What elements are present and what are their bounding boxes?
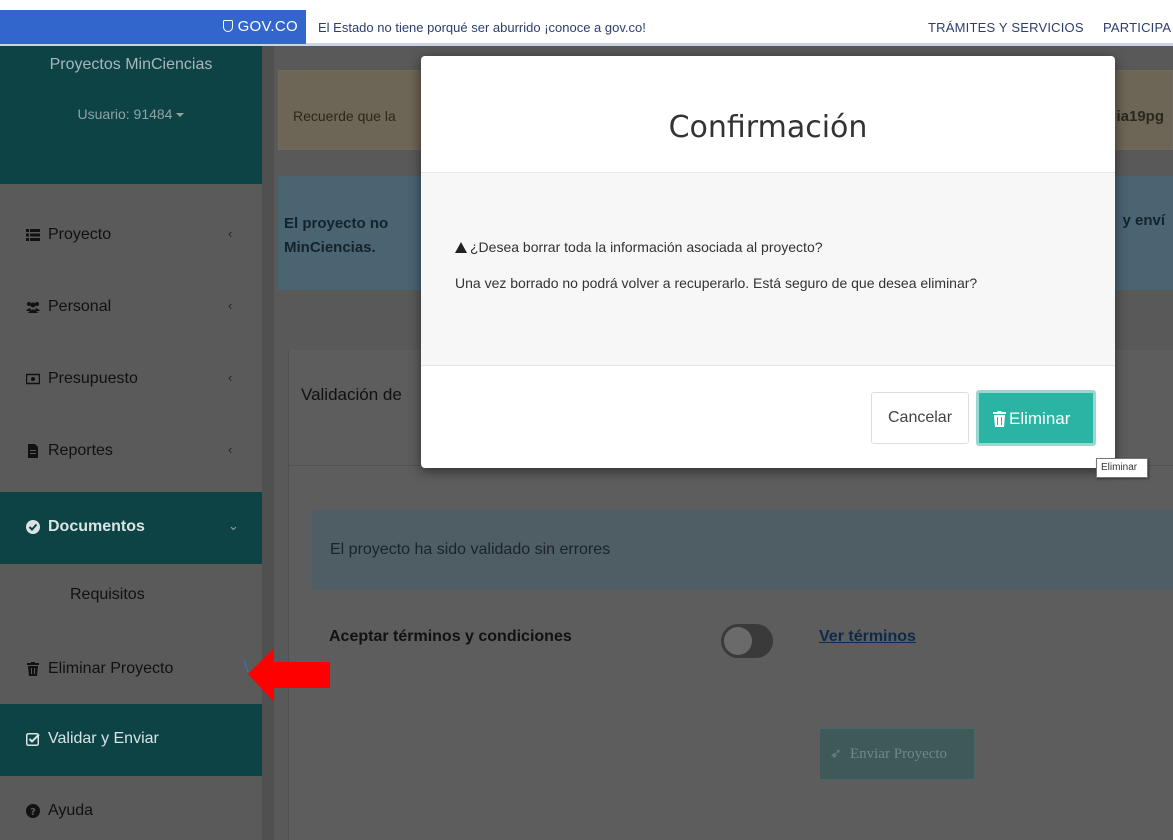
- gov-top-bar: GOV.CO El Estado no tiene porqué ser abu…: [0, 0, 1173, 44]
- question-circle-icon: ?: [26, 804, 40, 818]
- sidebar-title[interactable]: Proyectos MinCiencias: [0, 56, 262, 74]
- validation-message: El proyecto ha sido validado sin errores: [330, 541, 611, 558]
- arrow-shape: [248, 648, 330, 702]
- chevron-left-icon: ‹: [228, 370, 233, 385]
- sidebar-item-label: Requisitos: [70, 586, 145, 603]
- gov-link-tramites[interactable]: TRÁMITES Y SERVICIOS: [928, 20, 1084, 35]
- sidebar-item-label: Presupuesto: [48, 370, 138, 387]
- sidebar-item-label: Reportes: [48, 442, 113, 459]
- sidebar-item-label: Personal: [48, 298, 112, 315]
- sidebar-item-label: Validar y Enviar: [48, 730, 159, 747]
- svg-text:?: ?: [30, 807, 36, 818]
- sidebar: Proyectos MinCiencias Usuario: 91484 Pro…: [0, 46, 262, 840]
- modal-question: ¿Desea borrar toda la información asocia…: [455, 239, 823, 255]
- gov-logo-box[interactable]: GOV.CO: [0, 10, 306, 44]
- sidebar-item-label: Ayuda: [48, 802, 94, 819]
- modal-note: Una vez borrado no podrá volver a recupe…: [455, 275, 978, 291]
- trash-icon: [27, 662, 39, 676]
- sidebar-item-ayuda[interactable]: ? Ayuda: [0, 776, 262, 840]
- sidebar-item-presupuesto[interactable]: Presupuesto ‹: [0, 344, 262, 416]
- sidebar-item-label: Documentos: [48, 518, 145, 535]
- toggle-knob: [724, 627, 752, 655]
- terms-toggle[interactable]: [721, 624, 773, 658]
- gov-logo[interactable]: GOV.CO: [222, 18, 298, 35]
- validation-success-box: El proyecto ha sido validado sin errores: [312, 510, 1173, 590]
- seal-icon: [222, 20, 233, 32]
- red-arrow-annotation: [244, 648, 330, 702]
- sidebar-item-label: Proyecto: [48, 226, 112, 243]
- warning-alert-text-right: ia19pg: [1116, 108, 1164, 125]
- panel-title: Validación de: [301, 385, 402, 404]
- view-terms-link[interactable]: Ver términos: [819, 628, 916, 646]
- chevron-down-icon: ⌄: [228, 518, 239, 533]
- list-icon: [26, 229, 40, 241]
- sidebar-subitem-requisitos[interactable]: Requisitos: [0, 564, 262, 634]
- content-gutter: [262, 46, 274, 840]
- sidebar-item-validar-enviar[interactable]: Validar y Enviar: [0, 704, 262, 776]
- chevron-left-icon: ‹: [228, 298, 233, 313]
- modal-title: Confirmación: [668, 110, 868, 145]
- delete-button[interactable]: Eliminar: [976, 390, 1096, 446]
- file-icon: [28, 444, 38, 458]
- pointer-line: [244, 658, 249, 673]
- warning-icon: [455, 242, 467, 253]
- info-alert-text: El proyecto no MinCiencias.: [284, 215, 389, 256]
- gov-message[interactable]: El Estado no tiene porqué ser aburrido ¡…: [318, 20, 646, 35]
- paper-plane-icon: ➶: [830, 747, 842, 762]
- sidebar-item-proyecto[interactable]: Proyecto ‹: [0, 200, 262, 272]
- sidebar-item-eliminar-proyecto[interactable]: Eliminar Proyecto: [0, 634, 262, 706]
- caret-down-icon: [176, 113, 185, 117]
- check-square-icon: [26, 733, 40, 746]
- sidebar-item-reportes[interactable]: Reportes ‹: [0, 416, 262, 488]
- modal-body: ¿Desea borrar toda la información asocia…: [421, 173, 1115, 366]
- sidebar-header: Proyectos MinCiencias Usuario: 91484: [0, 46, 262, 184]
- delete-tooltip: Eliminar: [1096, 458, 1148, 478]
- gov-link-participa[interactable]: PARTICIPA: [1103, 20, 1171, 35]
- cancel-button[interactable]: Cancelar: [871, 392, 969, 444]
- chevron-left-icon: ‹: [228, 226, 233, 241]
- terms-label: Aceptar términos y condiciones: [329, 628, 572, 645]
- warning-alert-text: Recuerde que la: [293, 108, 396, 124]
- user-dropdown[interactable]: Usuario: 91484: [0, 106, 262, 122]
- sidebar-item-label: Eliminar Proyecto: [48, 660, 174, 677]
- info-alert-text-right: y enví: [1122, 212, 1165, 229]
- send-project-button[interactable]: ➶ Enviar Proyecto: [819, 728, 975, 780]
- modal-header: Confirmación: [421, 56, 1115, 173]
- sidebar-item-personal[interactable]: Personal ‹: [0, 272, 262, 344]
- sidebar-item-documentos[interactable]: Documentos ⌄: [0, 492, 262, 564]
- chevron-left-icon: ‹: [228, 442, 233, 457]
- check-circle-icon: [26, 520, 40, 534]
- users-icon: [26, 302, 40, 313]
- confirmation-modal: Confirmación ¿Desea borrar toda la infor…: [421, 56, 1115, 468]
- money-icon: [26, 373, 40, 385]
- trash-icon: [993, 411, 1006, 427]
